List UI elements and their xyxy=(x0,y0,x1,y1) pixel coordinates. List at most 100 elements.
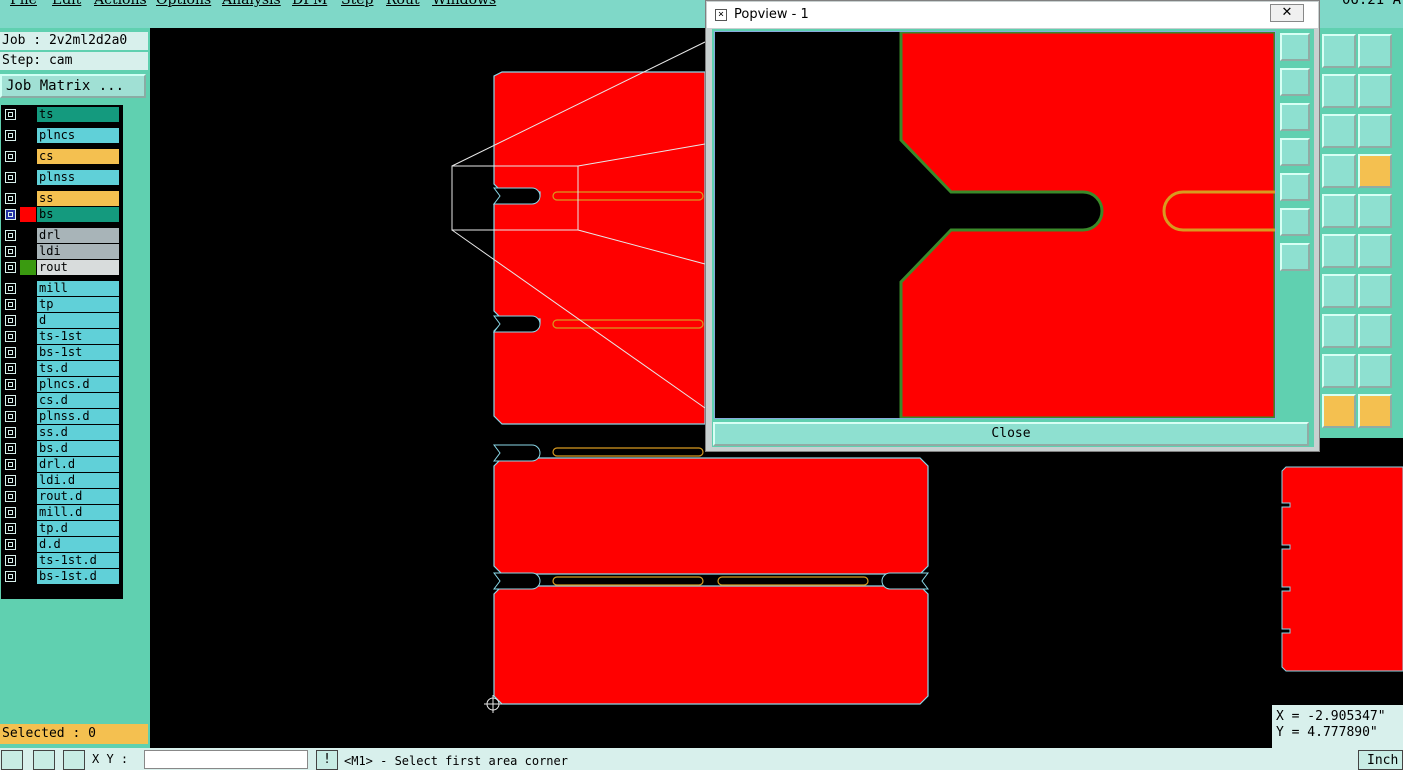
layer-row[interactable]: plncs.d xyxy=(3,377,119,392)
popview-close-button[interactable]: Close xyxy=(713,422,1309,446)
layer-checkbox[interactable] xyxy=(5,299,16,310)
layer-name[interactable]: mill xyxy=(37,281,119,296)
layer-name[interactable]: ts.d xyxy=(37,361,119,376)
layer-name[interactable]: ldi.d xyxy=(37,473,119,488)
layer-name[interactable]: bs.d xyxy=(37,441,119,456)
menu-edit[interactable]: Edit xyxy=(52,0,81,8)
popview-close-x-button[interactable]: ✕ xyxy=(1270,4,1304,22)
layer-name[interactable]: drl.d xyxy=(37,457,119,472)
layer-checkbox[interactable] xyxy=(5,411,16,422)
popview-zoom-home-icon[interactable] xyxy=(1280,33,1310,61)
layer-row[interactable]: rout xyxy=(3,260,119,275)
popview-titlebar[interactable]: × Popview - 1 ✕ xyxy=(707,2,1318,28)
layer-row[interactable]: ss.d xyxy=(3,425,119,440)
layer-name[interactable]: ts-1st.d xyxy=(37,553,119,568)
layer-row[interactable]: ldi.d xyxy=(3,473,119,488)
draw-line-icon[interactable] xyxy=(1322,274,1356,308)
select-area-pointer-icon[interactable] xyxy=(1358,394,1392,428)
layer-row[interactable]: mill.d xyxy=(3,505,119,520)
layer-row[interactable]: tp.d xyxy=(3,521,119,536)
layer-row[interactable]: bs.d xyxy=(3,441,119,456)
layer-row[interactable]: ts xyxy=(3,107,119,122)
layer-name[interactable]: cs xyxy=(37,149,119,164)
popview-pan-right-icon[interactable] xyxy=(1280,173,1310,201)
layer-name[interactable]: tp.d xyxy=(37,521,119,536)
layer-name[interactable]: drl xyxy=(37,228,119,243)
export-icon[interactable] xyxy=(1322,74,1356,108)
layer-name[interactable]: mill.d xyxy=(37,505,119,520)
layer-name[interactable]: ss xyxy=(37,191,119,206)
scale-1-to-1-icon[interactable] xyxy=(1358,114,1392,148)
layer-row[interactable]: rout.d xyxy=(3,489,119,504)
layer-checkbox[interactable] xyxy=(5,315,16,326)
menu-step[interactable]: Step xyxy=(341,0,373,8)
layer-checkbox[interactable] xyxy=(5,523,16,534)
units-button[interactable]: Inch xyxy=(1358,750,1403,770)
layer-checkbox[interactable] xyxy=(5,571,16,582)
layer-checkbox[interactable] xyxy=(5,151,16,162)
job-matrix-button[interactable]: Job Matrix ... xyxy=(0,74,146,98)
layer-row[interactable]: cs xyxy=(3,149,119,164)
fit-view-icon[interactable] xyxy=(1322,114,1356,148)
layer-name[interactable]: cs.d xyxy=(37,393,119,408)
grid-icon[interactable] xyxy=(1322,154,1356,188)
layer-checkbox[interactable] xyxy=(5,395,16,406)
layer-row[interactable]: drl.d xyxy=(3,457,119,472)
layer-row[interactable]: d xyxy=(3,313,119,328)
layer-name[interactable]: plnss.d xyxy=(37,409,119,424)
layer-name[interactable]: ts-1st xyxy=(37,329,119,344)
layer-name[interactable]: d.d xyxy=(37,537,119,552)
undo-zoom-icon[interactable] xyxy=(1358,74,1392,108)
layer-name[interactable]: d xyxy=(37,313,119,328)
alert-button[interactable]: ! xyxy=(316,750,338,770)
resize-icon[interactable] xyxy=(1,750,23,770)
layer-row[interactable]: tp xyxy=(3,297,119,312)
layer-row[interactable]: plnss.d xyxy=(3,409,119,424)
layer-checkbox[interactable] xyxy=(5,109,16,120)
layer-name[interactable]: tp xyxy=(37,297,119,312)
layer-name[interactable]: bs xyxy=(37,207,119,222)
layer-checkbox[interactable] xyxy=(5,443,16,454)
layer-checkbox[interactable] xyxy=(5,262,16,273)
layer-checkbox[interactable] xyxy=(5,347,16,358)
layer-name[interactable]: plnss xyxy=(37,170,119,185)
menu-rout[interactable]: Rout xyxy=(386,0,420,8)
layer-checkbox[interactable] xyxy=(5,491,16,502)
menu-dfm[interactable]: DFM xyxy=(292,0,327,8)
layer-name[interactable]: rout xyxy=(37,260,119,275)
layer-row[interactable]: ts-1st.d xyxy=(3,553,119,568)
delete-point-icon[interactable] xyxy=(1322,234,1356,268)
ruler-icon[interactable] xyxy=(1358,194,1392,228)
layer-name[interactable]: bs-1st.d xyxy=(37,569,119,584)
select-pointer-icon[interactable] xyxy=(1322,394,1356,428)
layer-checkbox[interactable] xyxy=(5,507,16,518)
popview-pan-left-icon[interactable] xyxy=(1280,138,1310,166)
import-icon[interactable] xyxy=(1322,34,1356,68)
layer-checkbox[interactable] xyxy=(5,331,16,342)
layer-row[interactable]: plncs xyxy=(3,128,119,143)
layer-checkbox[interactable] xyxy=(5,475,16,486)
layer-row[interactable]: ts-1st xyxy=(3,329,119,344)
layer-row[interactable]: drl xyxy=(3,228,119,243)
rotate-icon[interactable] xyxy=(1358,274,1392,308)
overview-map[interactable] xyxy=(1272,455,1403,685)
layer-name[interactable]: ss.d xyxy=(37,425,119,440)
layer-name[interactable]: plncs.d xyxy=(37,377,119,392)
menu-analysis[interactable]: Analysis xyxy=(222,0,281,8)
layer-checkbox[interactable] xyxy=(5,283,16,294)
measure-angle-icon[interactable] xyxy=(1322,194,1356,228)
layer-row[interactable]: bs xyxy=(3,207,119,222)
layer-checkbox[interactable] xyxy=(5,555,16,566)
layer-row[interactable]: plnss xyxy=(3,170,119,185)
layer-checkbox[interactable] xyxy=(5,427,16,438)
layer-row[interactable]: mill xyxy=(3,281,119,296)
layer-checkbox[interactable] xyxy=(5,230,16,241)
layer-checkbox[interactable] xyxy=(5,172,16,183)
popview-zoom-view[interactable] xyxy=(714,31,1276,419)
layer-row[interactable]: bs-1st.d xyxy=(3,569,119,584)
menu-actions[interactable]: Actions xyxy=(94,0,147,8)
snap-off-icon[interactable] xyxy=(33,750,55,770)
menu-file[interactable]: File xyxy=(10,0,37,8)
layer-checkbox[interactable] xyxy=(5,193,16,204)
layer-name[interactable]: rout.d xyxy=(37,489,119,504)
